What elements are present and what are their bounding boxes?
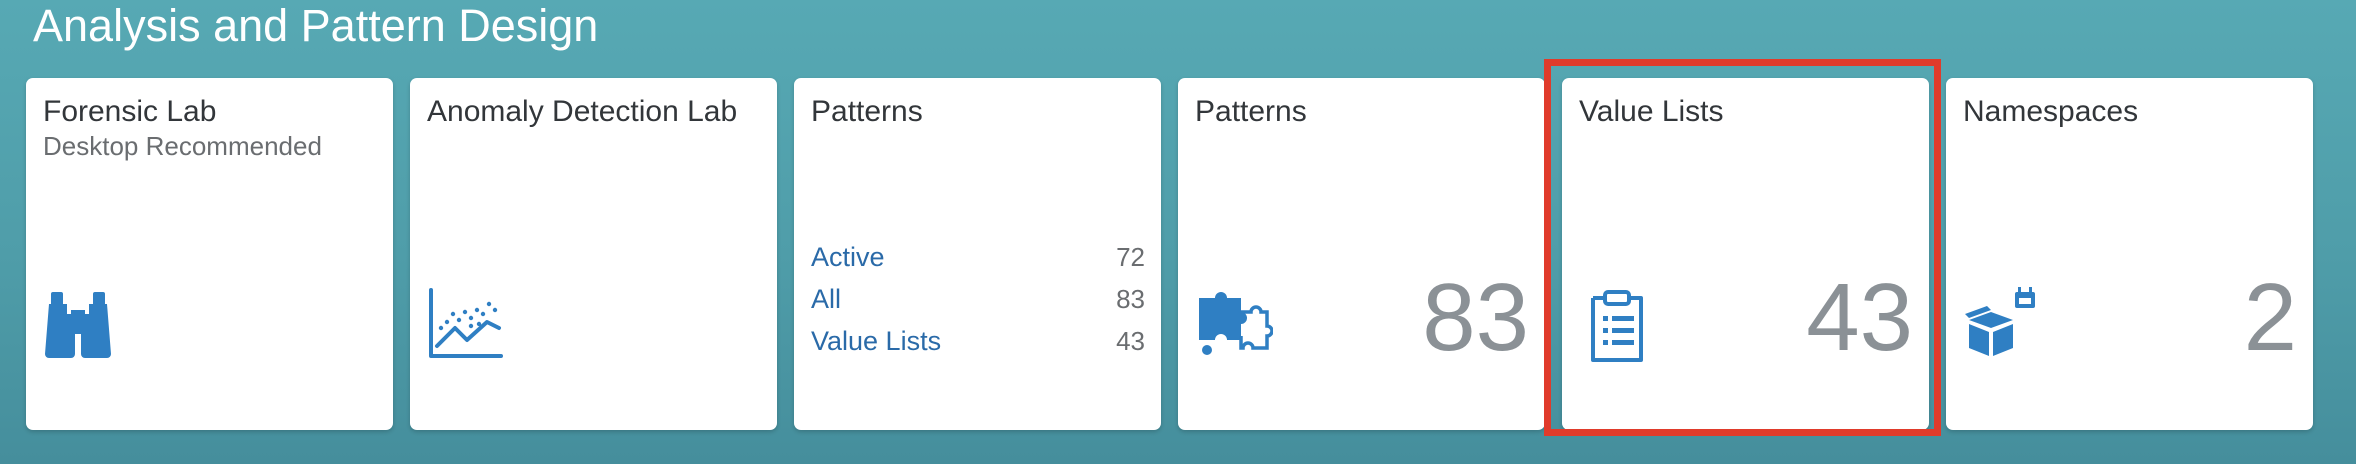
link-value-lists[interactable]: Value Lists 43 [811, 320, 1145, 362]
link-label[interactable]: Value Lists [811, 320, 941, 362]
tile-namespaces[interactable]: Namespaces 2 [1946, 78, 2313, 430]
open-box-icon [1961, 284, 2041, 364]
link-active-patterns[interactable]: Active 72 [811, 236, 1145, 278]
tile-value-lists[interactable]: Value Lists 43 [1562, 78, 1929, 430]
tile-subtitle: Desktop Recommended [43, 131, 322, 161]
link-label[interactable]: All [811, 278, 841, 320]
tile-title: Anomaly Detection Lab [427, 95, 738, 128]
kpi-number: 83 [1422, 264, 1529, 371]
link-count: 72 [1116, 242, 1145, 272]
line-chart-icon [425, 284, 505, 364]
tile-title: Value Lists [1579, 95, 1724, 128]
link-count: 83 [1116, 284, 1145, 314]
group-title: Analysis and Pattern Design [33, 0, 599, 51]
tile-title: Patterns [1195, 95, 1307, 128]
binoculars-icon [41, 284, 121, 364]
tile-patterns[interactable]: Patterns 83 [1178, 78, 1545, 430]
tile-anomaly-detection-lab[interactable]: Anomaly Detection Lab [410, 78, 777, 430]
tile-title: Patterns [811, 95, 923, 128]
tile-patterns-links: Patterns Active 72 All 83 Value Lists 43 [794, 78, 1161, 430]
puzzle-icon [1193, 284, 1273, 364]
tile-title: Namespaces [1963, 95, 2139, 128]
link-count: 43 [1116, 326, 1145, 356]
clipboard-list-icon [1577, 284, 1657, 364]
kpi-number: 43 [1806, 264, 1913, 371]
link-all-patterns[interactable]: All 83 [811, 278, 1145, 320]
tile-forensic-lab[interactable]: Forensic Lab Desktop Recommended [26, 78, 393, 430]
link-label[interactable]: Active [811, 236, 885, 278]
kpi-number: 2 [2243, 264, 2297, 371]
tile-title: Forensic Lab [43, 95, 217, 128]
